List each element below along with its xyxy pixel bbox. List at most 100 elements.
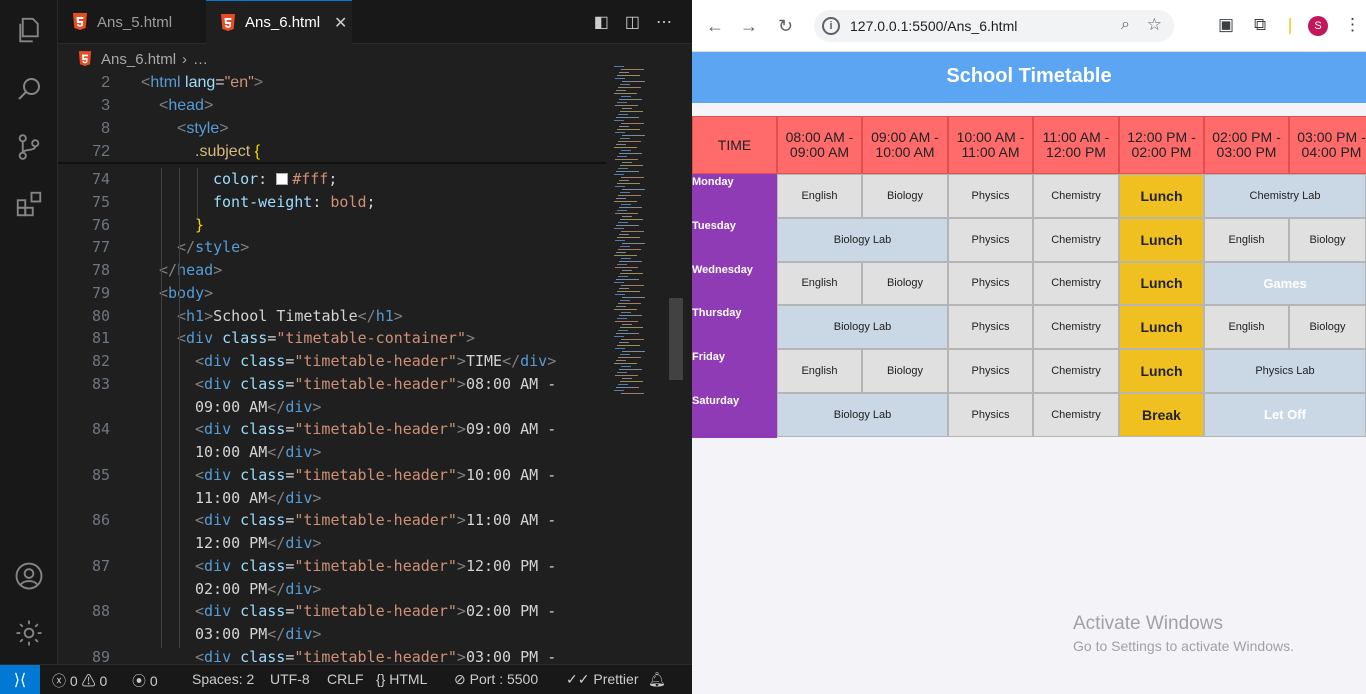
minimap-line <box>615 348 625 349</box>
minimap-line <box>619 207 642 208</box>
minimap[interactable] <box>612 66 668 396</box>
reading-mode-icon[interactable]: ▣ <box>1218 15 1234 35</box>
tab-ans6[interactable]: Ans_6.html ✕ <box>206 0 352 44</box>
html5-icon <box>73 13 87 30</box>
day-label: Wednesday <box>692 261 777 307</box>
problems-status[interactable]: ⓧ 0 ⚠ 0 <box>52 671 107 691</box>
code-text: <div class="timetable-header">08:00 AM - <box>195 374 557 393</box>
minimap-line <box>615 240 625 241</box>
minimap-line <box>615 186 625 187</box>
search-icon[interactable] <box>13 73 45 105</box>
tab-ans5[interactable]: Ans_5.html <box>58 0 206 44</box>
more-icon[interactable]: ⋯ <box>656 12 672 32</box>
back-icon[interactable]: ← <box>706 16 724 37</box>
code-text: <div class="timetable-header">03:00 PM - <box>195 647 557 664</box>
line-number: 2 <box>101 74 110 91</box>
minimap-line <box>620 219 643 220</box>
minimap-line <box>622 270 632 271</box>
minimap-line <box>618 330 628 331</box>
activity-bar <box>0 0 58 664</box>
timeslot-header: 12:00 PM - 02:00 PM <box>1119 116 1204 174</box>
code-text: 03:00 PM</div> <box>195 625 322 643</box>
subject-cell: Lunch <box>1119 305 1204 350</box>
minimap-line <box>619 180 629 181</box>
minimap-line <box>620 192 630 193</box>
subject-cell: Chemistry <box>1033 217 1119 262</box>
url-text[interactable]: 127.0.0.1:5500/Ans_6.html <box>850 18 1017 34</box>
eol-status[interactable]: CRLF <box>327 671 364 687</box>
subject-cell: Chemistry <box>1033 393 1119 437</box>
minimap-line <box>615 321 638 322</box>
minimap-line <box>618 384 628 385</box>
breadcrumb: Ans_6.html › … <box>58 46 678 72</box>
minimap-line <box>621 150 631 151</box>
minimap-line <box>614 120 624 121</box>
breadcrumb-file[interactable]: Ans_6.html <box>101 51 176 68</box>
address-bar[interactable]: i 127.0.0.1:5500/Ans_6.html ⌕ ☆ <box>814 10 1174 42</box>
indentation-status[interactable]: Spaces: 2 <box>192 671 254 687</box>
profile-avatar[interactable]: S <box>1308 16 1328 36</box>
star-icon[interactable]: ☆ <box>1147 15 1162 35</box>
timetable: TIME 08:00 AM - 09:00 AM 09:00 AM - 10:00 … <box>692 114 1366 438</box>
color-swatch[interactable] <box>276 173 289 185</box>
minimap-line <box>615 267 638 268</box>
line-number: 82 <box>91 352 110 370</box>
minimap-line <box>616 117 639 118</box>
subject-cell: Physics <box>948 217 1033 262</box>
minimap-line <box>617 318 627 319</box>
code-text: </style> <box>177 238 250 257</box>
open-preview-icon[interactable]: ◧ <box>594 12 609 32</box>
minimap-line <box>619 261 642 262</box>
live-server-status[interactable]: ⊘ Port : 5500 <box>454 671 538 688</box>
bell-icon[interactable]: 🔔︎ <box>648 671 666 688</box>
settings-gear-icon[interactable] <box>13 617 45 649</box>
line-number: 88 <box>91 602 110 621</box>
site-info-icon[interactable]: i <box>822 17 840 35</box>
day-label: Friday <box>692 349 777 394</box>
ports-status[interactable]: ⦿ 0 <box>132 671 158 691</box>
account-icon[interactable] <box>13 560 45 592</box>
forward-icon[interactable]: → <box>740 16 758 37</box>
chevron-right-icon: › <box>182 50 188 68</box>
language-status[interactable]: {} HTML <box>376 671 427 687</box>
code-text: <div class="timetable-header">TIME</div> <box>195 352 557 370</box>
zoom-icon[interactable]: ⌕ <box>1121 16 1130 34</box>
explorer-icon[interactable] <box>13 14 45 46</box>
menu-icon[interactable]: ⋮ <box>1344 15 1361 35</box>
minimap-line <box>621 231 644 232</box>
scrollbar-thumb[interactable] <box>669 298 683 380</box>
minimap-line <box>622 135 645 136</box>
source-control-icon[interactable] <box>13 131 45 163</box>
tab-label: Ans_6.html <box>245 14 321 31</box>
code-text: <body> <box>159 283 214 302</box>
minimap-line <box>620 327 643 328</box>
code-text: <h1>School Timetable</h1> <box>177 306 403 325</box>
line-number: 3 <box>101 97 110 114</box>
subject-cell: English <box>777 174 862 218</box>
extensions-puzzle-icon[interactable]: ⧉ <box>1254 15 1266 35</box>
minimap-line <box>620 300 630 301</box>
code-text: <div class="timetable-header">10:00 AM - <box>195 465 557 484</box>
html5-icon <box>78 51 92 66</box>
subject-cell: Chemistry <box>1033 174 1119 218</box>
minimap-line <box>620 165 643 166</box>
remote-icon[interactable]: ⟩⟨ <box>0 665 40 694</box>
close-icon[interactable]: ✕ <box>334 13 347 33</box>
code-text: <head> <box>159 97 214 114</box>
code-text: 12:00 PM</div> <box>195 534 322 552</box>
prettier-status[interactable]: ✓✓ Prettier <box>566 671 638 688</box>
day-label: Thursday <box>692 305 777 351</box>
split-editor-icon[interactable]: ◫ <box>625 12 640 32</box>
indent-guide <box>179 168 180 648</box>
minimap-line <box>617 345 640 346</box>
line-number: 84 <box>91 420 110 439</box>
breadcrumb-rest[interactable]: … <box>193 51 208 68</box>
extensions-icon[interactable] <box>13 188 45 220</box>
encoding-status[interactable]: UTF-8 <box>270 671 310 687</box>
code-text: <style> <box>177 120 229 137</box>
minimap-line <box>618 87 641 88</box>
braces-icon: {} <box>376 671 386 687</box>
reload-icon[interactable]: ↻ <box>778 16 793 37</box>
minimap-line <box>616 198 626 199</box>
subject-cell: Lunch <box>1119 217 1204 262</box>
